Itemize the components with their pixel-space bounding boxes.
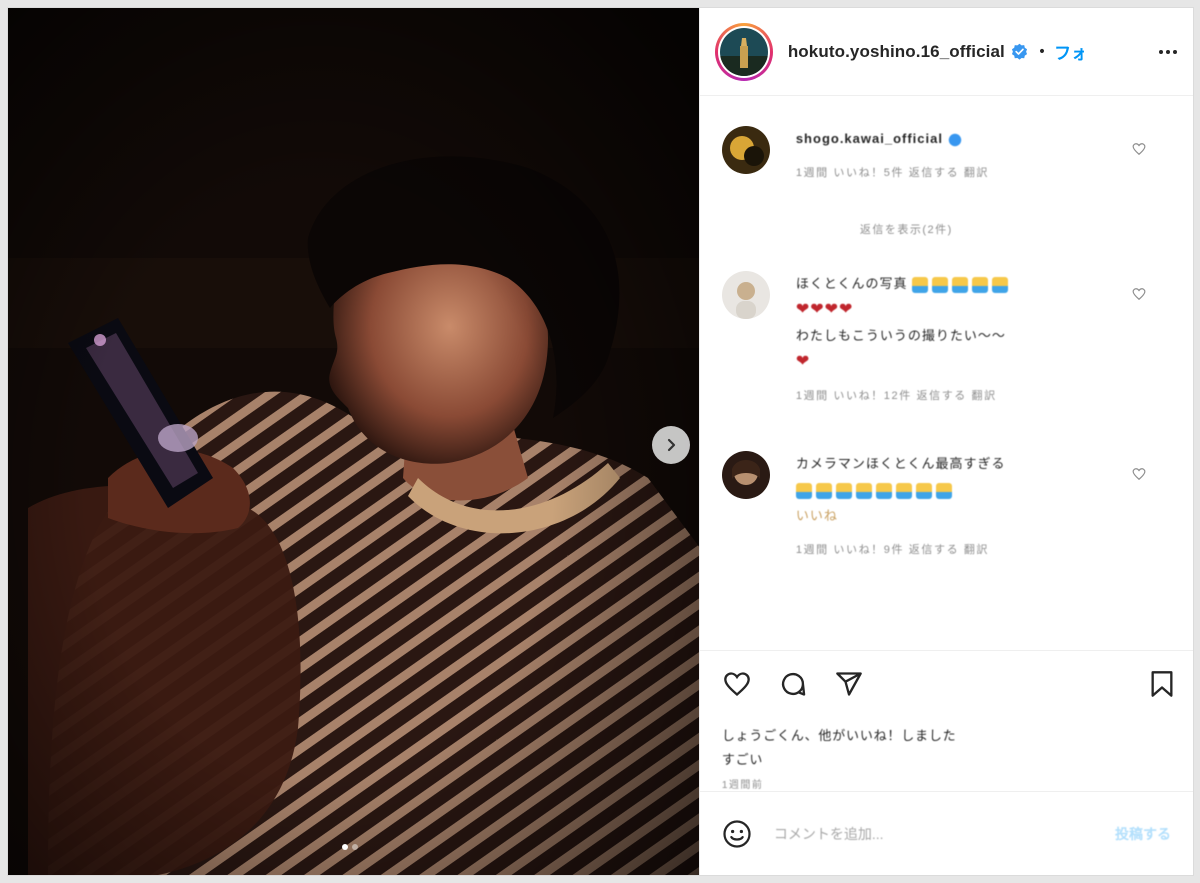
comment-item: shogo.kawai_official 1週間 いいね！5件 返信する 翻訳 bbox=[721, 126, 1162, 180]
heart-icon[interactable] bbox=[1132, 467, 1146, 481]
bookmark-icon bbox=[1151, 670, 1173, 697]
post-photo bbox=[8, 8, 699, 875]
commenter-avatar[interactable] bbox=[721, 451, 770, 499]
action-bar bbox=[699, 650, 1193, 716]
heart-icon bbox=[723, 671, 750, 696]
post-header: hokuto.yoshino.16_official • フォロー bbox=[699, 8, 1193, 96]
comment-hearts: ❤❤❤❤ bbox=[795, 301, 854, 318]
instagram-post: hokuto.yoshino.16_official • フォロー bbox=[7, 7, 1194, 876]
author-username[interactable]: hokuto.yoshino.16_official bbox=[788, 42, 1005, 62]
emoji-icon[interactable] bbox=[722, 819, 752, 849]
comment-text: ほくとくんの写真 bbox=[795, 276, 908, 291]
commenter-username[interactable]: shogo.kawai_official bbox=[796, 131, 943, 146]
screenshot-frame: hokuto.yoshino.16_official • フォロー bbox=[0, 0, 1200, 883]
chevron-right-icon bbox=[667, 438, 676, 452]
post-comment-button[interactable]: 投稿する bbox=[1115, 824, 1171, 844]
save-button[interactable] bbox=[1147, 669, 1177, 699]
share-button[interactable] bbox=[834, 669, 864, 699]
comment-item: ほくとくんの写真 ❤❤❤❤ わたしもこういうの撮りたい～～ ❤ 1週間 いいね！… bbox=[721, 271, 1162, 403]
verified-badge-icon bbox=[1011, 43, 1027, 60]
comment-input[interactable] bbox=[773, 825, 1115, 842]
comment-meta: 1週間 いいね！9件 返信する 翻訳 bbox=[795, 544, 990, 556]
author-avatar[interactable] bbox=[714, 22, 773, 81]
comment-item: カメラマンほくとくん最高すぎる いいね 1週間 いいね！9件 返信する 翻訳 bbox=[721, 451, 1162, 557]
header-separator: • bbox=[1037, 43, 1047, 60]
next-image-button[interactable] bbox=[652, 426, 690, 464]
commenter-avatar[interactable] bbox=[721, 126, 770, 174]
likes-text-line: すごい bbox=[721, 752, 764, 767]
more-options-icon[interactable] bbox=[1159, 49, 1177, 54]
carousel-indicator bbox=[342, 844, 358, 850]
carousel-dot bbox=[352, 844, 358, 850]
heart-icon[interactable] bbox=[1132, 142, 1146, 156]
post-media bbox=[8, 8, 699, 875]
like-button[interactable] bbox=[722, 669, 752, 699]
author-avatar-image bbox=[719, 27, 768, 76]
comment-text-line: いいね bbox=[795, 508, 838, 523]
post-sidebar: hokuto.yoshino.16_official • フォロー bbox=[698, 8, 1193, 875]
comment-text: カメラマンほくとくん最高すぎる bbox=[795, 456, 1006, 471]
share-icon bbox=[835, 671, 862, 696]
verified-badge-icon bbox=[948, 133, 961, 146]
post-date: 1週間前 bbox=[721, 780, 764, 791]
commenter-avatar[interactable] bbox=[721, 271, 770, 319]
comment-icon bbox=[781, 672, 806, 696]
follow-button[interactable]: フォロー bbox=[1054, 39, 1084, 64]
heart-icon[interactable] bbox=[1132, 287, 1146, 301]
comment-meta: 1週間 いいね！5件 返信する 翻訳 bbox=[795, 167, 990, 179]
carousel-dot-active bbox=[342, 844, 348, 850]
comment-heart: ❤ bbox=[795, 353, 811, 370]
likes-summary: しょうごくん、他がいいね！しました すごい bbox=[700, 716, 1193, 772]
comment-text-line: わたしもこういうの撮りたい～～ bbox=[795, 328, 1006, 343]
likes-text[interactable]: しょうごくん、他がいいね！しました bbox=[722, 724, 1171, 748]
comment-button[interactable] bbox=[778, 669, 808, 699]
comment-meta: 1週間 いいね！12件 返信する 翻訳 bbox=[795, 390, 997, 402]
view-replies-button[interactable]: 返信を表示(2件) bbox=[860, 221, 953, 237]
comments-list: shogo.kawai_official 1週間 いいね！5件 返信する 翻訳 … bbox=[700, 96, 1193, 650]
add-comment-bar: 投稿する bbox=[699, 791, 1193, 875]
